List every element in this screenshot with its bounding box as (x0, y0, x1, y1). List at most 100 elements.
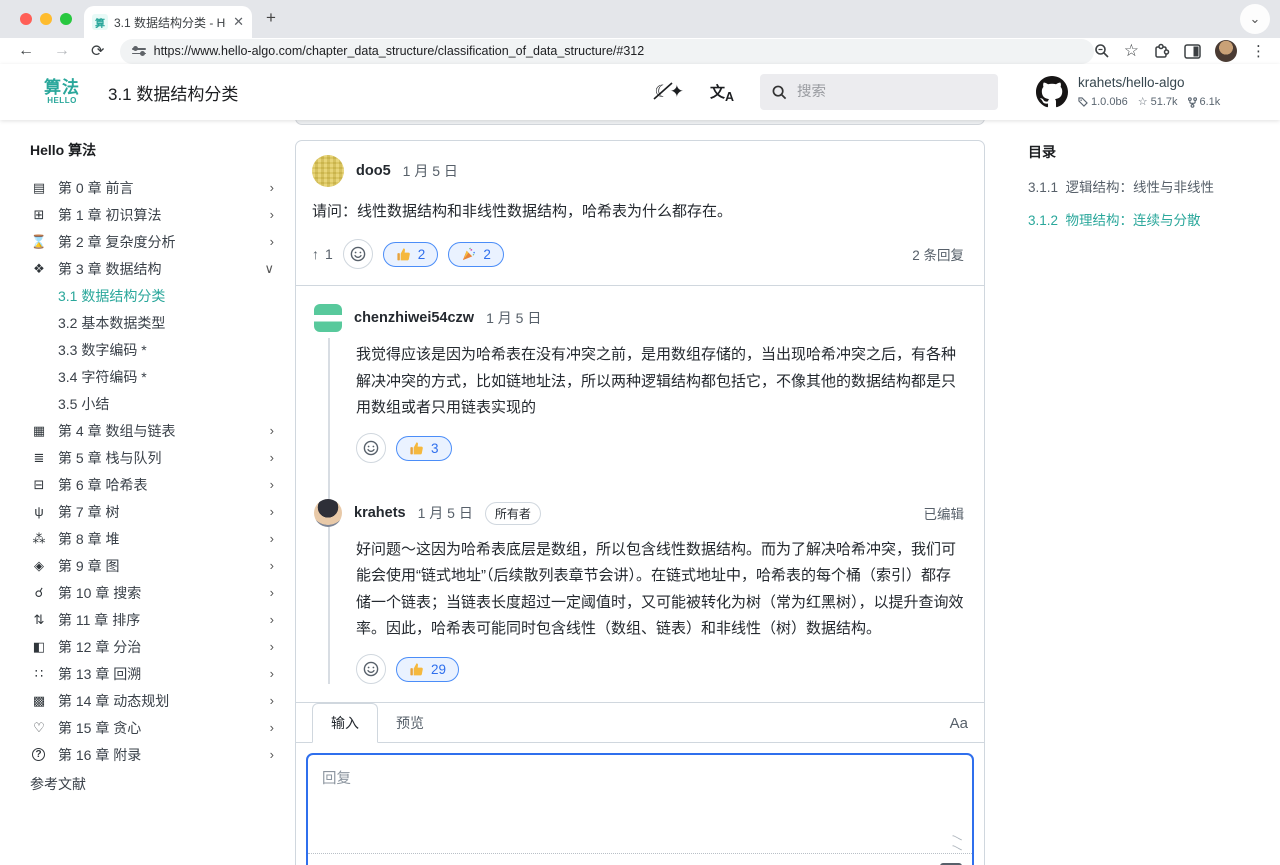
comment-date[interactable]: 1 月 5 日 (403, 161, 458, 181)
tab-title: 3.1 数据结构分类 - Hello 算法 (114, 14, 226, 31)
chevron-right-icon[interactable]: › (270, 531, 280, 546)
language-translate-icon[interactable]: 文A (710, 81, 734, 104)
thumbs-up-icon (409, 441, 424, 456)
stack-icon: ≣ (30, 450, 48, 466)
chevron-right-icon[interactable]: › (270, 558, 280, 573)
back-button[interactable]: ← (16, 42, 36, 60)
sidebar-item-ch13[interactable]: ∷第 13 章 回溯› (30, 660, 280, 687)
chevron-right-icon[interactable]: › (270, 450, 280, 465)
toc-item-312[interactable]: 3.1.2 物理结构：连续与分散 (1028, 209, 1258, 229)
new-tab-button[interactable]: + (266, 8, 276, 28)
search-input[interactable] (797, 84, 957, 100)
sidebar-item-references[interactable]: 参考文献 (30, 770, 280, 797)
chevron-down-icon[interactable]: ∨ (264, 261, 280, 277)
sidebar-item-ch7[interactable]: ψ第 7 章 树› (30, 498, 280, 525)
tab-preview[interactable]: 预览 (378, 704, 442, 742)
sidebar-item-ch1[interactable]: ⊞第 1 章 初识算法› (30, 201, 280, 228)
sidebar-item-ch12[interactable]: ◧第 12 章 分治› (30, 633, 280, 660)
macos-zoom-button[interactable] (60, 13, 72, 25)
forward-button[interactable]: → (52, 42, 72, 60)
sidebar-item-ch0[interactable]: ▤第 0 章 前言› (30, 174, 280, 201)
sidebar-item-ch8[interactable]: ⁂第 8 章 堆› (30, 525, 280, 552)
sidebar-item-ch10[interactable]: ☌第 10 章 搜索› (30, 579, 280, 606)
chevron-right-icon[interactable]: › (270, 477, 280, 492)
sidebar-item-ch16[interactable]: ?第 16 章 附录› (30, 741, 280, 768)
comment-root: doo5 1 月 5 日 请问：线性数据结构和非线性数据结构，哈希表为什么都存在… (296, 141, 984, 285)
comment-author[interactable]: chenzhiwei54czw (354, 310, 474, 326)
site-settings-icon[interactable] (132, 48, 146, 54)
chevron-right-icon[interactable]: › (270, 423, 280, 438)
smiley-icon (363, 661, 379, 677)
chevron-right-icon[interactable]: › (270, 720, 280, 735)
reaction-thumbs-up[interactable]: 29 (396, 657, 459, 682)
site-header: 算法 HELLO 3.1 数据结构分类 ☾✦ 文A krahet (0, 64, 1280, 120)
sidebar-item-ch6[interactable]: ⊟第 6 章 哈希表› (30, 471, 280, 498)
chevron-right-icon[interactable]: › (270, 585, 280, 600)
zoom-icon[interactable] (1094, 43, 1110, 59)
browser-tab[interactable]: 算 3.1 数据结构分类 - Hello 算法 ✕ (84, 6, 252, 38)
search-box[interactable] (760, 74, 998, 110)
reply-textarea[interactable]: 回复 〳〳 M↓ (306, 753, 974, 865)
chevron-right-icon[interactable]: › (270, 666, 280, 681)
reaction-thumbs-up[interactable]: 2 (383, 242, 439, 267)
chevron-right-icon[interactable]: › (270, 747, 280, 762)
sidebar-item-ch3[interactable]: ❖第 3 章 数据结构∨ (30, 255, 280, 282)
macos-close-button[interactable] (20, 13, 32, 25)
browser-menu-icon[interactable]: ⋮ (1251, 42, 1266, 60)
text-format-toggle[interactable]: Aa (950, 715, 968, 742)
reload-button[interactable]: ⟳ (88, 41, 108, 61)
sidebar-item-ch2[interactable]: ⌛第 2 章 复杂度分析› (30, 228, 280, 255)
address-bar[interactable]: https://www.hello-algo.com/chapter_data_… (120, 39, 1094, 64)
avatar[interactable] (314, 304, 342, 332)
resize-handle[interactable]: 〳〳 (951, 834, 966, 854)
chevron-right-icon[interactable]: › (270, 639, 280, 654)
chevron-right-icon[interactable]: › (270, 612, 280, 627)
array-grid-icon: ▦ (30, 423, 48, 439)
sidebar-item-3-5[interactable]: 3.5 小结 (30, 390, 280, 417)
sidebar-item-ch11[interactable]: ⇅第 11 章 排序› (30, 606, 280, 633)
chevron-right-icon[interactable]: › (270, 207, 280, 222)
toc-item-311[interactable]: 3.1.1 逻辑结构：线性与非线性 (1028, 176, 1258, 196)
tab-write[interactable]: 输入 (312, 703, 378, 743)
chevron-right-icon[interactable]: › (270, 180, 280, 195)
sidebar-item-ch15[interactable]: ♡第 15 章 贪心› (30, 714, 280, 741)
reaction-party-popper[interactable]: 2 (448, 242, 504, 267)
extensions-icon[interactable] (1153, 43, 1170, 60)
sidebar-item-ch9[interactable]: ◈第 9 章 图› (30, 552, 280, 579)
chevron-right-icon[interactable]: › (270, 504, 280, 519)
bookmark-star-icon[interactable]: ☆ (1124, 41, 1139, 61)
thumbs-up-icon (396, 247, 411, 262)
chevron-right-icon[interactable]: › (270, 234, 280, 249)
browser-profile-avatar[interactable] (1215, 40, 1237, 62)
site-logo[interactable]: 算法 HELLO (44, 79, 80, 105)
add-reaction-button[interactable] (356, 433, 386, 463)
sidebar-item-3-3[interactable]: 3.3 数字编码 * (30, 336, 280, 363)
comment-author[interactable]: krahets (354, 505, 406, 521)
sidebar-item-ch14[interactable]: ▩第 14 章 动态规划› (30, 687, 280, 714)
sidebar-item-3-2[interactable]: 3.2 基本数据类型 (30, 309, 280, 336)
add-reaction-button[interactable] (343, 239, 373, 269)
star-icon: ☆ (1138, 95, 1148, 110)
github-repo-link[interactable]: krahets/hello-algo 1.0.0b6 ☆51.7k 6.1k (1036, 74, 1236, 109)
upvote-button[interactable]: ↑1 (312, 246, 333, 262)
avatar[interactable] (314, 499, 342, 527)
chevron-right-icon[interactable]: › (270, 693, 280, 708)
reaction-thumbs-up[interactable]: 3 (396, 436, 452, 461)
sidebar-item-ch4[interactable]: ▦第 4 章 数组与链表› (30, 417, 280, 444)
side-panel-icon[interactable] (1184, 44, 1201, 59)
calculator-icon: ⊞ (30, 207, 48, 223)
replies-section: chenzhiwei54czw 1 月 5 日 我觉得应该是因为哈希表在没有冲突… (296, 285, 984, 702)
sidebar-item-3-1[interactable]: 3.1 数据结构分类 (30, 282, 280, 309)
sidebar-item-3-4[interactable]: 3.4 字符编码 * (30, 363, 280, 390)
comment-date[interactable]: 1 月 5 日 (486, 308, 541, 328)
avatar[interactable] (312, 155, 344, 187)
comment-date[interactable]: 1 月 5 日 (418, 503, 473, 523)
theme-toggle-icon[interactable]: ☾✦ (654, 82, 683, 102)
macos-minimize-button[interactable] (40, 13, 52, 25)
tab-close-icon[interactable]: ✕ (233, 14, 244, 30)
chevron-down-icon[interactable]: ⌄ (1240, 4, 1270, 34)
comment-author[interactable]: doo5 (356, 163, 391, 179)
add-reaction-button[interactable] (356, 654, 386, 684)
owner-badge: 所有者 (485, 502, 541, 525)
sidebar-item-ch5[interactable]: ≣第 5 章 栈与队列› (30, 444, 280, 471)
